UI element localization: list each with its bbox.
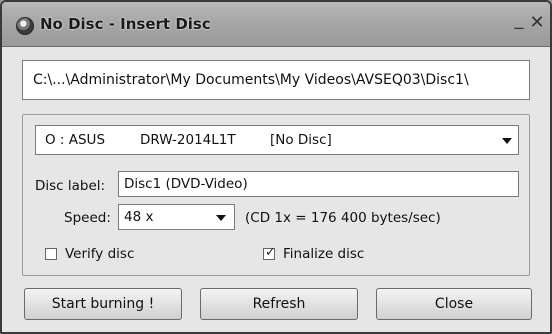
burn-settings-group: O : ASUS DRW-2014L1T [No Disc] Disc labe…	[22, 114, 530, 276]
speed-selected-value: 48 x	[124, 209, 154, 225]
speed-info-text: (CD 1x = 176 400 bytes/sec)	[245, 210, 441, 226]
verify-disc-label[interactable]: Verify disc	[65, 246, 134, 262]
drive-status: [No Disc]	[270, 132, 332, 148]
close-button[interactable]: Close	[376, 288, 532, 320]
window-title: No Disc - Insert Disc	[40, 15, 211, 33]
chevron-down-icon[interactable]	[502, 138, 512, 144]
burn-dialog-window: No Disc - Insert Disc _ ✕ C:\...\Adminis…	[0, 0, 552, 334]
finalize-disc-checkbox[interactable]: ✓	[263, 245, 276, 260]
start-burning-button[interactable]: Start burning !	[24, 288, 182, 320]
finalize-disc-label[interactable]: Finalize disc	[283, 246, 364, 262]
minimize-icon[interactable]: _	[510, 11, 528, 29]
disc-label-input[interactable]: Disc1 (DVD-Video)	[118, 171, 519, 197]
speed-select[interactable]: 48 x	[118, 204, 235, 230]
speed-caption: Speed:	[64, 210, 111, 226]
refresh-button[interactable]: Refresh	[200, 288, 358, 320]
title-bar[interactable]: No Disc - Insert Disc _ ✕	[2, 2, 550, 47]
chevron-down-icon[interactable]	[216, 215, 226, 221]
checkmark-icon: ✓	[265, 245, 276, 260]
disc-label-caption: Disc label:	[35, 178, 106, 194]
drive-select[interactable]: O : ASUS DRW-2014L1T [No Disc]	[35, 125, 519, 155]
close-icon[interactable]: ✕	[528, 14, 546, 32]
verify-disc-checkbox[interactable]	[45, 248, 57, 260]
disc-app-icon	[16, 17, 34, 35]
drive-model: DRW-2014L1T	[140, 132, 236, 148]
output-path-field[interactable]: C:\...\Administrator\My Documents\My Vid…	[22, 60, 530, 100]
drive-letter: O : ASUS	[45, 132, 106, 148]
